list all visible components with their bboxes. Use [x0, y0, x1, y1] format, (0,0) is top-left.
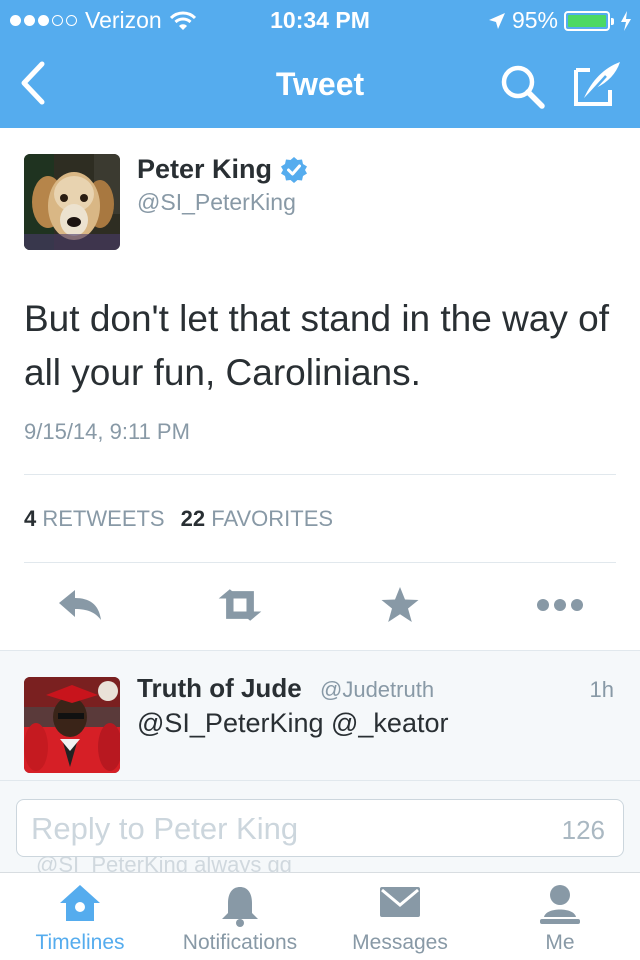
reply-age: 1h — [589, 677, 614, 702]
search-icon[interactable] — [498, 62, 546, 110]
nav-bar: Tweet — [0, 40, 640, 128]
more-button[interactable] — [535, 580, 585, 630]
divider — [0, 780, 640, 781]
more-icon — [537, 599, 583, 611]
person-icon — [540, 885, 580, 924]
author-name[interactable]: Peter King — [137, 154, 308, 185]
retweets-label: RETWEETS — [42, 506, 165, 531]
tab-label: Me — [545, 931, 575, 954]
reply-button[interactable] — [55, 580, 105, 630]
retweet-icon — [218, 589, 262, 621]
reply-text: @SI_PeterKing @_keator — [137, 708, 449, 738]
tab-me[interactable]: Me — [480, 873, 640, 960]
tweet-timestamp: 9/15/14, 9:11 PM — [24, 419, 190, 444]
tab-messages[interactable]: Messages — [320, 873, 480, 960]
compose-icon[interactable] — [572, 60, 622, 108]
reply-input[interactable]: Reply to Peter King 126 — [16, 799, 624, 857]
tab-label: Messages — [352, 931, 448, 954]
battery-info: 95% — [488, 7, 632, 34]
retweet-button[interactable] — [215, 580, 265, 630]
tab-timelines[interactable]: Timelines — [0, 873, 160, 960]
dog-photo — [24, 154, 120, 250]
bell-icon — [222, 887, 258, 927]
favorites-count: 22 — [180, 506, 206, 531]
reply-avatar[interactable] — [24, 677, 120, 773]
favorite-button[interactable] — [375, 580, 425, 630]
graduate-photo — [24, 677, 120, 773]
battery-icon — [564, 10, 614, 31]
status-bar: Verizon 10:34 PM 95% — [0, 0, 640, 40]
tweet-stats: 4 RETWEETS 22 FAVORITES — [24, 506, 333, 532]
author-avatar[interactable] — [24, 154, 120, 250]
tab-bar: Timelines Notifications Messages Me — [0, 872, 640, 960]
location-icon — [488, 12, 505, 29]
tweet-actions — [0, 580, 640, 630]
retweets-count: 4 — [24, 506, 37, 531]
reply-author-name[interactable]: Truth of Jude — [137, 673, 302, 704]
favorite-icon — [381, 587, 419, 622]
tab-label: Timelines — [35, 931, 125, 954]
retweets-stat[interactable]: 4 RETWEETS — [24, 506, 165, 532]
tab-label: Notifications — [182, 931, 298, 954]
divider — [24, 562, 616, 563]
home-icon — [60, 885, 100, 921]
favorites-stat[interactable]: 22 FAVORITES — [181, 506, 333, 532]
reply-placeholder: Reply to Peter King — [31, 811, 299, 846]
author-name-text: Peter King — [137, 154, 273, 184]
reply-author-handle[interactable]: @Judetruth — [320, 677, 434, 703]
divider — [24, 474, 616, 475]
charging-icon — [621, 10, 631, 31]
reply-icon — [59, 590, 101, 620]
envelope-icon — [380, 887, 420, 917]
top-bar: Verizon 10:34 PM 95% Tweet — [0, 0, 640, 128]
author-handle[interactable]: @SI_PeterKing — [137, 189, 296, 216]
tab-notifications[interactable]: Notifications — [160, 873, 320, 960]
favorites-label: FAVORITES — [211, 506, 334, 531]
tweet-text: But don't let that stand in the way of a… — [24, 298, 610, 393]
battery-percent: 95% — [511, 7, 558, 33]
verified-icon — [281, 156, 308, 183]
char-count: 126 — [561, 815, 605, 845]
